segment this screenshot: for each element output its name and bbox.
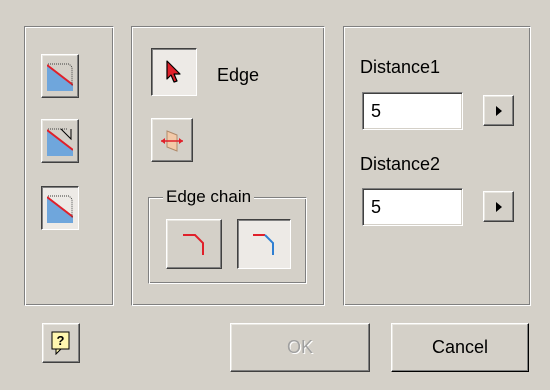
distance1-input[interactable]: 5 bbox=[362, 92, 463, 130]
mode-distance-button[interactable] bbox=[41, 54, 79, 98]
cancel-button[interactable]: Cancel bbox=[391, 323, 529, 372]
distance1-menu-button[interactable] bbox=[483, 95, 514, 126]
help-button[interactable]: ? bbox=[42, 323, 80, 363]
triangle-right-icon bbox=[495, 105, 502, 116]
distance2-input[interactable]: 5 bbox=[362, 188, 463, 226]
help-icon: ? bbox=[51, 331, 70, 355]
distance2-menu-button[interactable] bbox=[483, 191, 514, 222]
mode-distance-angle-button[interactable] bbox=[41, 119, 79, 163]
distance2-label: Distance2 bbox=[360, 154, 441, 174]
edge-chain-all-button[interactable] bbox=[166, 219, 222, 269]
edge-chain-label: Edge chain bbox=[163, 187, 255, 207]
chamfer-two-distances-icon bbox=[47, 195, 73, 223]
chamfer-distance-icon bbox=[47, 63, 73, 91]
select-arrow-icon bbox=[166, 60, 181, 83]
select-edge-button[interactable] bbox=[151, 48, 197, 96]
flip-direction-icon bbox=[161, 130, 183, 152]
edge-chain-all-icon bbox=[183, 234, 204, 255]
mode-two-distances-button[interactable] bbox=[41, 186, 79, 230]
flip-direction-button[interactable] bbox=[151, 118, 193, 162]
chamfer-distance-angle-icon bbox=[47, 128, 73, 156]
edge-chain-single-button[interactable] bbox=[237, 219, 291, 269]
ok-button[interactable]: OK bbox=[230, 323, 370, 372]
svg-text:?: ? bbox=[57, 333, 65, 348]
select-edge-label: Edge bbox=[217, 65, 260, 85]
chamfer-dialog: Edge Edge chain Distance1 5 Distance2 5 bbox=[0, 0, 550, 390]
distance1-label: Distance1 bbox=[360, 57, 441, 77]
edge-chain-single-icon bbox=[253, 234, 274, 255]
triangle-right-icon bbox=[495, 201, 502, 212]
